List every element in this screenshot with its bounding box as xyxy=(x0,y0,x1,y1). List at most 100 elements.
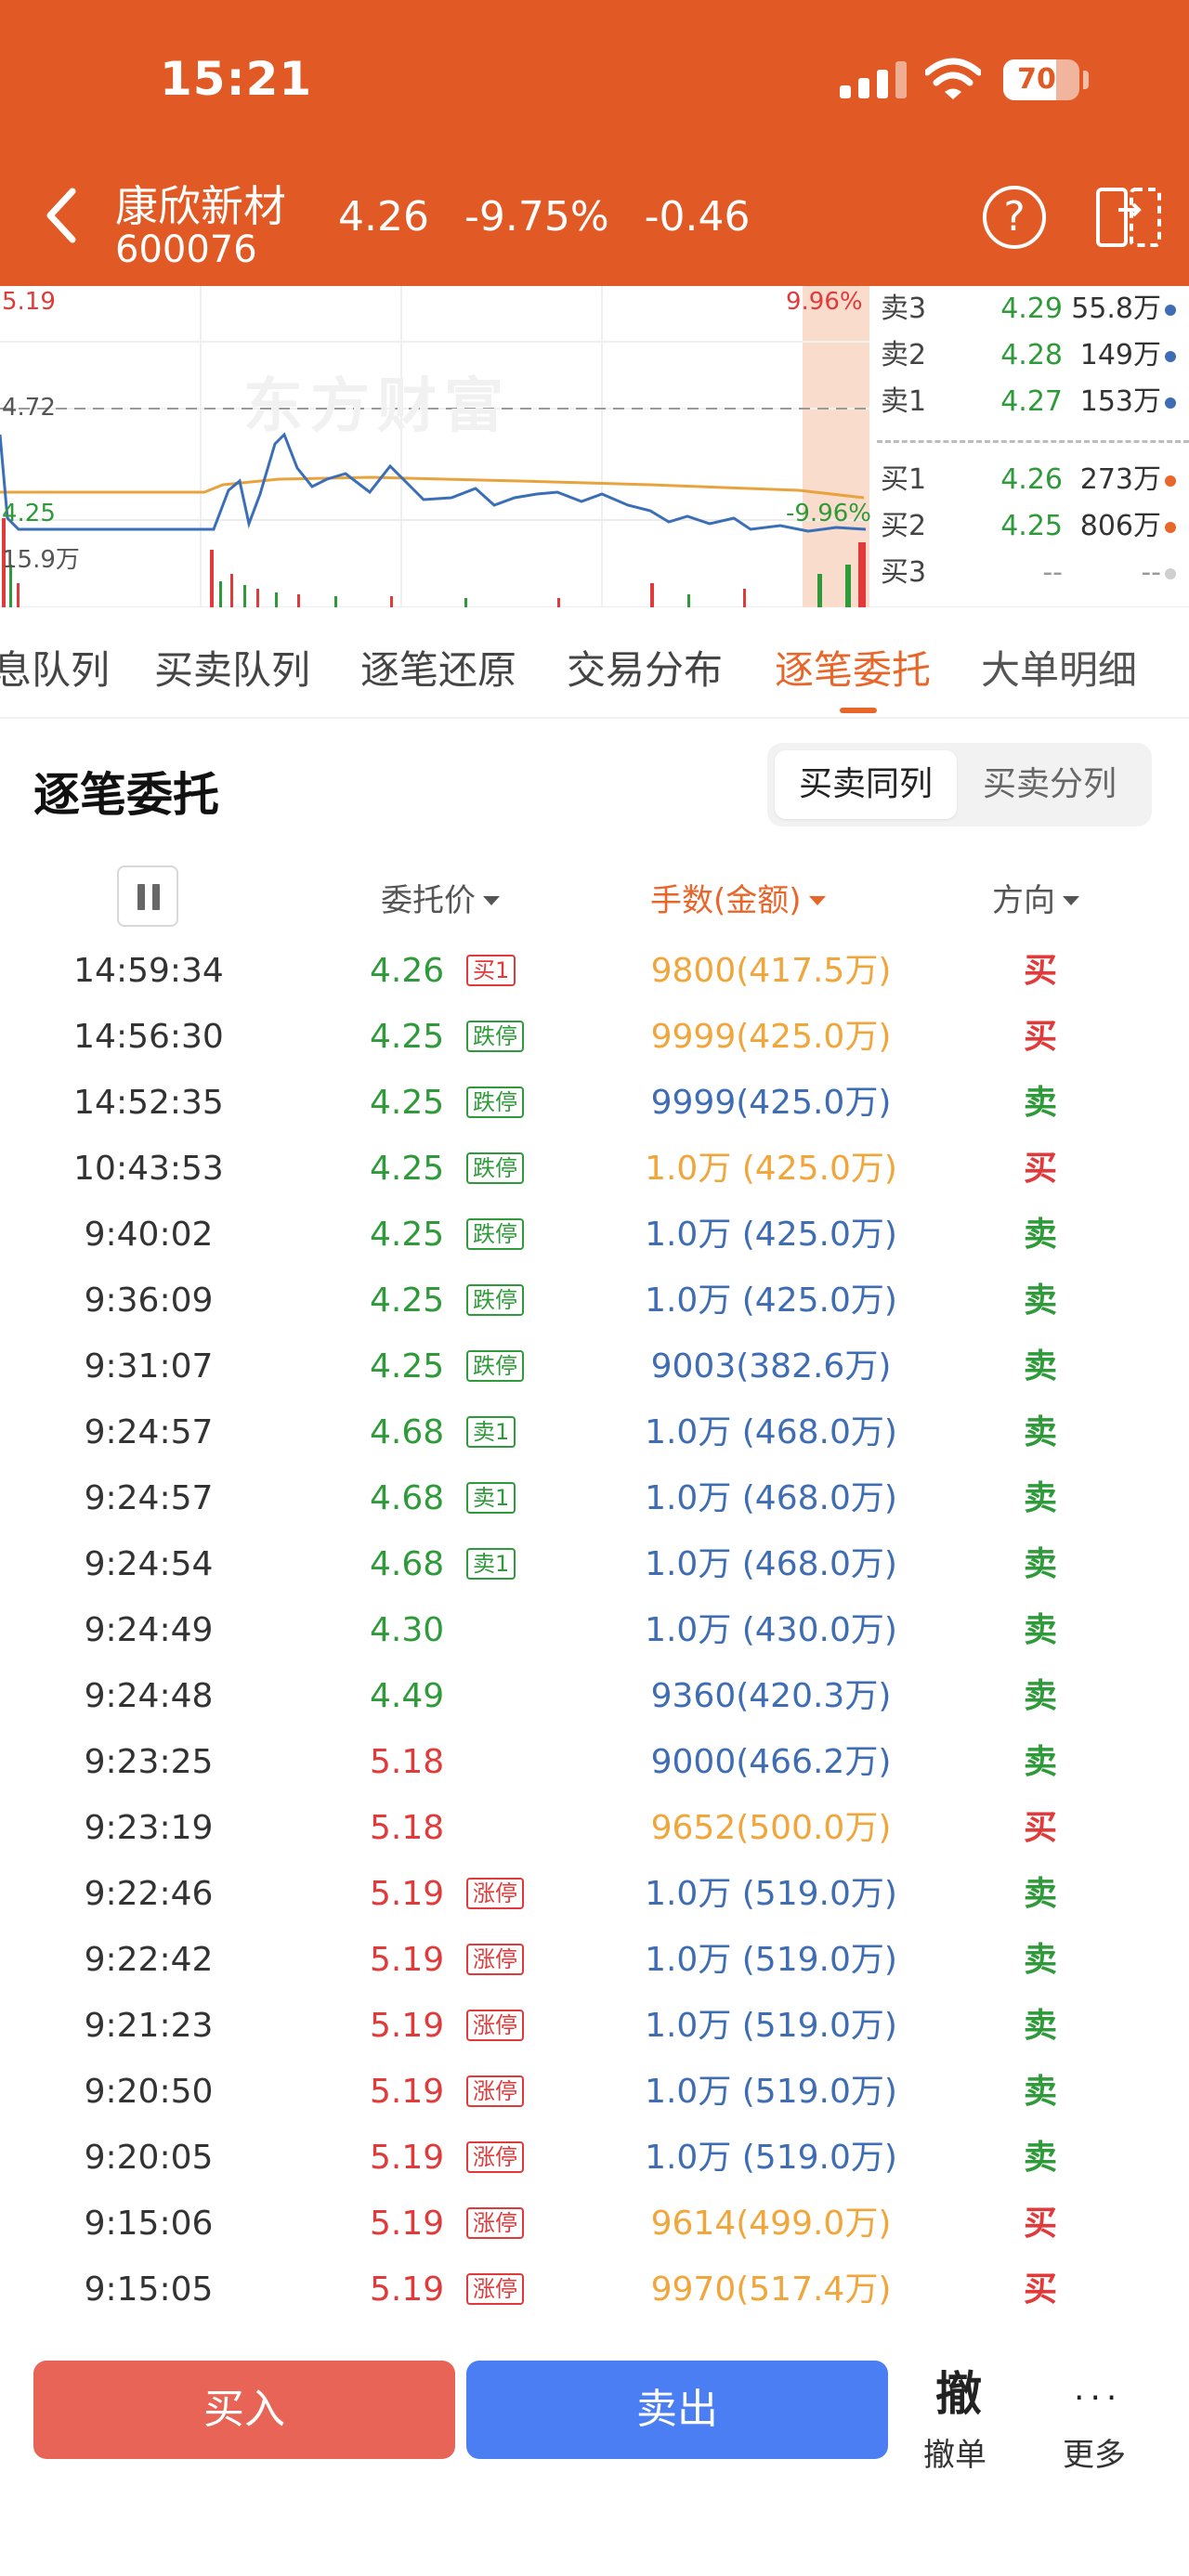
chart-low-label: 4.25 xyxy=(2,500,56,527)
row-time: 9:22:42 xyxy=(84,1941,214,1979)
bid-dot-icon xyxy=(1165,475,1176,487)
sell-button[interactable]: 卖出 xyxy=(466,2361,888,2459)
tab-trade-distribution[interactable]: 交易分布 xyxy=(567,639,723,696)
ask-dot-icon xyxy=(1165,397,1176,409)
row-time: 9:23:19 xyxy=(84,1809,214,1847)
row-quantity: 9000(466.2万) xyxy=(650,1743,892,1781)
toggle-same-column[interactable]: 买卖同列 xyxy=(775,750,957,819)
chart-volume-bars xyxy=(2,518,866,607)
chart-avg-line xyxy=(0,475,865,500)
row-price: 4.49 xyxy=(370,1677,445,1715)
row-quantity: 1.0万 (468.0万) xyxy=(645,1545,897,1583)
table-row: 9:36:09 4.25 跌停 1.0万 (425.0万) 卖 xyxy=(0,1268,1189,1334)
wifi-icon xyxy=(925,58,981,99)
ask-dot-icon xyxy=(1165,351,1176,362)
active-tab-indicator xyxy=(840,708,877,713)
stock-change: -0.46 xyxy=(644,193,751,241)
row-time: 9:23:25 xyxy=(84,1743,214,1781)
table-row: 9:24:54 4.68 卖1 1.0万 (468.0万) 卖 xyxy=(0,1531,1189,1597)
tab-tick-restore[interactable]: 逐笔还原 xyxy=(360,639,516,696)
row-quantity: 1.0万 (430.0万) xyxy=(645,1611,897,1649)
table-row: 9:22:46 5.19 涨停 1.0万 (519.0万) 卖 xyxy=(0,1861,1189,1927)
toggle-split-column[interactable]: 买卖分列 xyxy=(959,750,1141,819)
column-qty-header[interactable]: 手数(金额) xyxy=(650,875,826,920)
cancel-order-icon[interactable]: 撤 xyxy=(933,2357,985,2424)
chart-mid-label: 4.72 xyxy=(2,394,56,422)
row-quantity: 9970(517.4万) xyxy=(650,2270,892,2309)
row-price-tag: 涨停 xyxy=(466,2207,524,2239)
buy-button[interactable]: 买入 xyxy=(33,2361,455,2459)
row-price-tag: 买1 xyxy=(466,955,516,986)
row-direction: 卖 xyxy=(1023,1216,1057,1254)
order-book[interactable]: 卖3 4.29 55.8万 卖2 4.28 149万 卖1 4.27 153万 … xyxy=(877,286,1189,607)
help-icon[interactable]: ? xyxy=(983,186,1046,249)
row-time: 9:31:07 xyxy=(84,1347,214,1386)
row-direction: 买 xyxy=(1023,2205,1057,2243)
tab-large-orders[interactable]: 大单明细 xyxy=(981,639,1137,696)
pause-icon xyxy=(137,884,145,910)
row-price-tag: 跌停 xyxy=(466,1350,524,1382)
order-book-divider xyxy=(877,440,1189,443)
row-quantity: 9614(499.0万) xyxy=(650,2205,892,2243)
row-price: 5.18 xyxy=(370,1743,445,1781)
row-price-tag: 跌停 xyxy=(466,1152,524,1184)
row-time: 9:20:05 xyxy=(84,2139,214,2177)
row-time: 9:24:57 xyxy=(84,1413,214,1451)
order-book-ask-2: 卖2 4.28 149万 xyxy=(877,332,1189,379)
table-row: 9:20:50 5.19 涨停 1.0万 (519.0万) 卖 xyxy=(0,2059,1189,2125)
row-price-tag: 涨停 xyxy=(466,1944,524,1975)
row-price: 5.19 xyxy=(370,2139,445,2177)
cancel-order-label[interactable]: 撤单 xyxy=(923,2429,986,2475)
row-quantity: 1.0万 (519.0万) xyxy=(645,1941,897,1979)
row-price: 4.25 xyxy=(370,1150,445,1188)
table-row: 10:43:53 4.25 跌停 1.0万 (425.0万) 买 xyxy=(0,1136,1189,1202)
layout-switch-icon[interactable] xyxy=(1094,184,1163,251)
pause-icon xyxy=(152,884,160,910)
intraday-chart[interactable]: 东方财富 5.19 4.72 4.25 15.9万 9.96% -9.96% 卖… xyxy=(0,286,1189,607)
cellular-signal-icon xyxy=(840,61,907,98)
back-arrow-icon[interactable] xyxy=(37,182,85,249)
row-price: 5.19 xyxy=(370,1875,445,1913)
battery-icon: 70 xyxy=(1003,59,1079,100)
table-row: 9:31:07 4.25 跌停 9003(382.6万) 卖 xyxy=(0,1334,1189,1399)
row-price-tag: 涨停 xyxy=(466,2075,524,2107)
row-time: 9:22:46 xyxy=(84,1875,214,1913)
chart-price-line xyxy=(0,432,867,533)
tab-order-queue[interactable]: 买卖队列 xyxy=(154,639,310,696)
column-direction-header[interactable]: 方向 xyxy=(992,875,1079,920)
row-price: 4.25 xyxy=(370,1281,445,1320)
row-quantity: 1.0万 (468.0万) xyxy=(645,1413,897,1451)
row-price-tag: 跌停 xyxy=(466,1086,524,1118)
row-direction: 卖 xyxy=(1023,1677,1057,1715)
table-row: 14:59:34 4.26 买1 9800(417.5万) 买 xyxy=(0,938,1189,1004)
more-icon[interactable]: ··· xyxy=(1074,2379,1122,2417)
row-direction: 卖 xyxy=(1023,1281,1057,1320)
column-price-header[interactable]: 委托价 xyxy=(381,875,500,920)
row-time: 9:15:05 xyxy=(84,2270,214,2309)
row-direction: 卖 xyxy=(1023,1084,1057,1122)
order-book-bid-1: 买1 4.26 273万 xyxy=(877,457,1189,503)
row-price: 4.25 xyxy=(370,1084,445,1122)
more-label[interactable]: 更多 xyxy=(1063,2429,1126,2475)
tab-tick-orders[interactable]: 逐笔委托 xyxy=(775,639,931,696)
table-row: 9:15:06 5.19 涨停 9614(499.0万) 买 xyxy=(0,2191,1189,2257)
row-price-tag: 卖1 xyxy=(466,1482,516,1514)
row-price-tag: 跌停 xyxy=(466,1021,524,1052)
row-price: 5.19 xyxy=(370,2073,445,2111)
row-price-tag: 卖1 xyxy=(466,1548,516,1580)
row-quantity: 1.0万 (519.0万) xyxy=(645,2073,897,2111)
row-price: 4.30 xyxy=(370,1611,445,1649)
table-row: 14:52:35 4.25 跌停 9999(425.0万) 卖 xyxy=(0,1070,1189,1136)
row-price: 5.19 xyxy=(370,1941,445,1979)
row-price: 4.26 xyxy=(370,952,445,990)
tab-message-queue[interactable]: 息队列 xyxy=(0,639,110,696)
row-direction: 买 xyxy=(1023,1018,1057,1056)
row-quantity: 9999(425.0万) xyxy=(650,1018,892,1056)
row-price-tag: 涨停 xyxy=(466,2010,524,2041)
table-row: 9:24:49 4.30 1.0万 (430.0万) 卖 xyxy=(0,1597,1189,1663)
pause-button[interactable] xyxy=(117,865,178,927)
row-time: 9:36:09 xyxy=(84,1281,214,1320)
row-quantity: 1.0万 (425.0万) xyxy=(645,1150,897,1188)
bottom-action-bar: 买入 卖出 撤 撤单 ··· 更多 xyxy=(0,2340,1189,2576)
table-row: 9:23:25 5.18 9000(466.2万) 卖 xyxy=(0,1729,1189,1795)
